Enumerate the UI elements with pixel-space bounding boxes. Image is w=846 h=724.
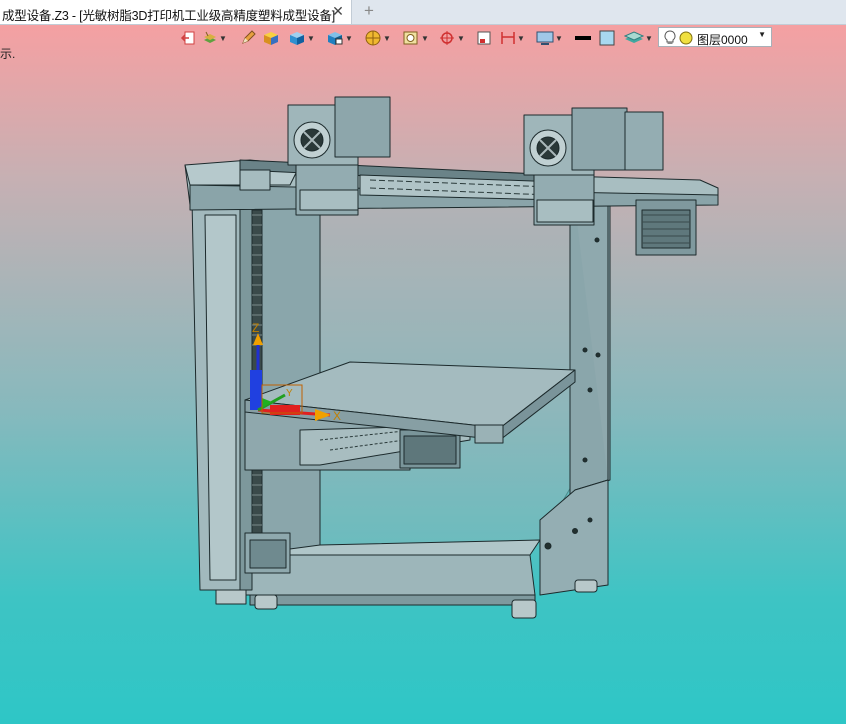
tab-strip: 成型设备.Z3 - [光敏树脂3D打印机工业级高精度塑料成型设备] ✕ + [0,0,846,25]
x-axis-label: X [333,409,341,423]
y-axis-label: Y [286,388,293,399]
z-axis-label: Z [252,321,259,335]
printer-model[interactable]: Z X Y [0,25,846,724]
tab-title: 成型设备.Z3 - [光敏树脂3D打印机工业级高精度塑料成型设备] [2,9,335,23]
close-icon[interactable]: ✕ [330,3,346,19]
3d-viewport[interactable]: 示. ▼ ▼ ▼ ▼ ▼ ▼ ▼ ▼ ▼ 图层0000 ▼ Z X Y [0,25,846,724]
add-tab-icon[interactable]: + [360,2,378,20]
tab-document[interactable]: 成型设备.Z3 - [光敏树脂3D打印机工业级高精度塑料成型设备] ✕ [0,0,352,24]
